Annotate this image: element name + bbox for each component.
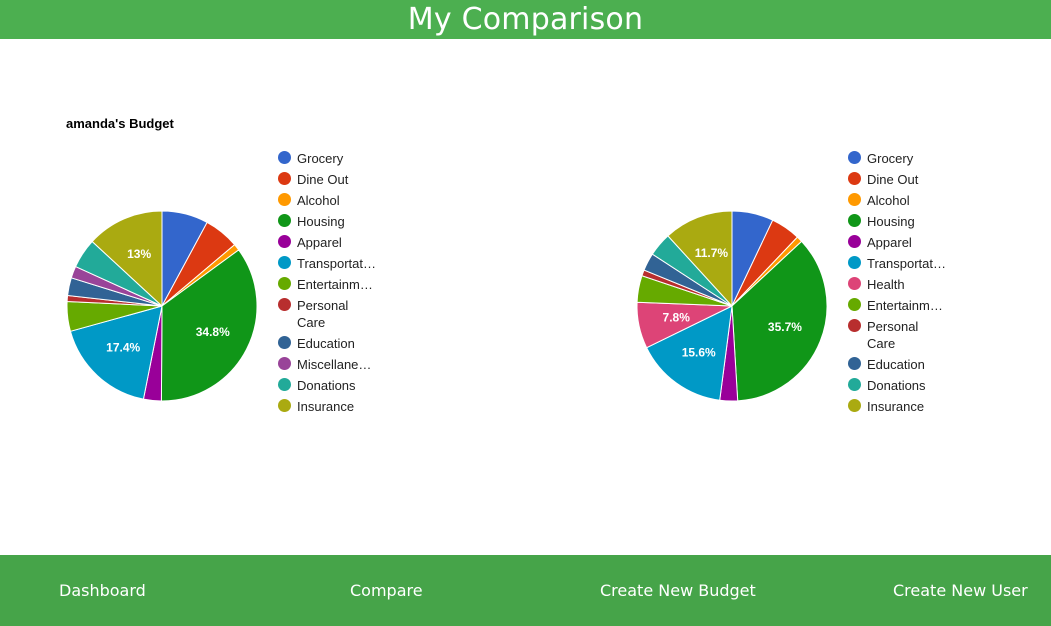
legend-item-transportat: Transportat… bbox=[278, 255, 376, 272]
legend-color-swatch bbox=[278, 214, 291, 227]
legend-item-donations: Donations bbox=[278, 377, 356, 394]
legend-item-insurance: Insurance bbox=[848, 398, 924, 415]
legend-label: Insurance bbox=[297, 399, 355, 414]
nav-create-user-link[interactable]: Create New User bbox=[893, 555, 1028, 626]
legend-item-personal-care: Personal Care bbox=[848, 318, 918, 352]
budget-pie-chart-1: 34.8% 17.4% 13% bbox=[66, 210, 258, 402]
nav-dashboard-link[interactable]: Dashboard bbox=[59, 555, 146, 626]
legend-color-swatch bbox=[848, 214, 861, 227]
legend-label: Education bbox=[867, 357, 925, 372]
page-header: My Comparison bbox=[0, 0, 1051, 39]
legend-color-swatch bbox=[848, 357, 861, 370]
legend-label: Education bbox=[297, 336, 355, 351]
legend-item-apparel: Apparel bbox=[278, 234, 342, 251]
legend-item-donations: Donations bbox=[848, 377, 926, 394]
legend-color-swatch bbox=[848, 193, 861, 206]
legend-item-education: Education bbox=[848, 356, 925, 373]
pie-data-label-housing: 35.7% bbox=[768, 320, 802, 334]
legend-item-grocery: Grocery bbox=[278, 150, 343, 167]
legend-label: Grocery bbox=[867, 151, 914, 166]
legend-color-swatch bbox=[278, 235, 291, 248]
pie-data-label-insurance: 11.7% bbox=[695, 246, 729, 260]
legend-item-transportat: Transportat… bbox=[848, 255, 946, 272]
legend-color-swatch bbox=[848, 235, 861, 248]
pie-data-label-transportat: 15.6% bbox=[682, 345, 716, 359]
pie-data-label-health: 7.8% bbox=[663, 311, 691, 325]
legend-label: Alcohol bbox=[867, 193, 910, 208]
legend-color-swatch bbox=[278, 256, 291, 269]
legend-color-swatch bbox=[848, 399, 861, 412]
legend-color-swatch bbox=[848, 172, 861, 185]
legend-color-swatch bbox=[278, 336, 291, 349]
legend-label: Dine Out bbox=[867, 172, 919, 187]
legend-label: Housing bbox=[867, 214, 915, 229]
legend-item-apparel: Apparel bbox=[848, 234, 912, 251]
legend-item-insurance: Insurance bbox=[278, 398, 354, 415]
legend-color-swatch bbox=[848, 277, 861, 290]
pie-data-label-transportat: 17.4% bbox=[106, 341, 140, 355]
legend-item-education: Education bbox=[278, 335, 355, 352]
legend-label: Insurance bbox=[867, 399, 925, 414]
legend-item-grocery: Grocery bbox=[848, 150, 913, 167]
legend-item-alcohol: Alcohol bbox=[278, 192, 340, 209]
legend-color-swatch bbox=[278, 357, 291, 370]
legend-color-swatch bbox=[278, 151, 291, 164]
legend-color-swatch bbox=[278, 378, 291, 391]
legend-item-dine-out: Dine Out bbox=[848, 171, 918, 188]
legend-color-swatch bbox=[848, 378, 861, 391]
legend-label: Personal Care bbox=[297, 298, 349, 330]
page-title: My Comparison bbox=[407, 2, 644, 37]
legend-color-swatch bbox=[278, 298, 291, 311]
nav-create-budget-link[interactable]: Create New Budget bbox=[600, 555, 756, 626]
legend-item-health: Health bbox=[848, 276, 905, 293]
legend-color-swatch bbox=[848, 298, 861, 311]
legend-label: Dine Out bbox=[297, 172, 349, 187]
legend-label: Apparel bbox=[867, 235, 912, 250]
legend-color-swatch bbox=[848, 151, 861, 164]
legend-item-housing: Housing bbox=[848, 213, 915, 230]
legend-color-swatch bbox=[278, 399, 291, 412]
legend-label: Miscellane… bbox=[297, 357, 372, 372]
budget-pie-legend-2: Grocery Dine Out Alcohol Housing Apparel Tran… bbox=[848, 150, 968, 420]
budget-pie-legend-1: Grocery Dine Out Alcohol Housing Apparel Tran… bbox=[278, 150, 398, 420]
pie-data-label-insurance: 13% bbox=[127, 247, 151, 261]
legend-color-swatch bbox=[278, 277, 291, 290]
legend-item-housing: Housing bbox=[278, 213, 345, 230]
legend-color-swatch bbox=[278, 172, 291, 185]
budget-pie-chart-2: 35.7% 15.6% 7.8% 11.7% bbox=[636, 210, 828, 402]
legend-label: Personal Care bbox=[867, 319, 919, 351]
legend-item-entertainm: Entertainm… bbox=[278, 276, 373, 293]
legend-color-swatch bbox=[278, 193, 291, 206]
legend-label: Alcohol bbox=[297, 193, 340, 208]
legend-item-alcohol: Alcohol bbox=[848, 192, 910, 209]
legend-label: Apparel bbox=[297, 235, 342, 250]
legend-label: Transportat… bbox=[297, 256, 376, 271]
legend-item-entertainm: Entertainm… bbox=[848, 297, 943, 314]
legend-item-dine-out: Dine Out bbox=[278, 171, 348, 188]
legend-item-personal-care: Personal Care bbox=[278, 297, 348, 331]
legend-color-swatch bbox=[848, 256, 861, 269]
legend-label: Housing bbox=[297, 214, 345, 229]
legend-item-miscellane: Miscellane… bbox=[278, 356, 371, 373]
legend-label: Entertainm… bbox=[867, 298, 943, 313]
nav-compare-link[interactable]: Compare bbox=[350, 555, 423, 626]
legend-label: Donations bbox=[297, 378, 356, 393]
legend-label: Entertainm… bbox=[297, 277, 373, 292]
legend-color-swatch bbox=[848, 319, 861, 332]
legend-label: Donations bbox=[867, 378, 926, 393]
legend-label: Grocery bbox=[297, 151, 344, 166]
legend-label: Transportat… bbox=[867, 256, 946, 271]
legend-label: Health bbox=[867, 277, 905, 292]
pie-data-label-housing: 34.8% bbox=[196, 325, 230, 339]
chart-1-title: amanda's Budget bbox=[66, 116, 174, 131]
footer-nav: Dashboard Compare Create New Budget Crea… bbox=[0, 555, 1051, 626]
